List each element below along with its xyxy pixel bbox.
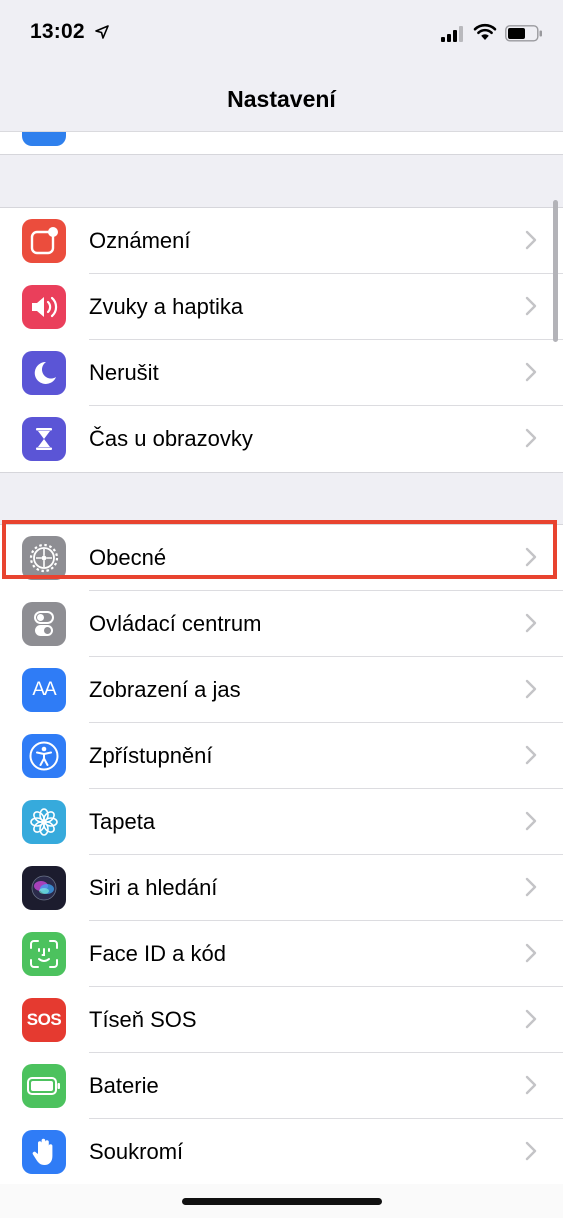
settings-row-display[interactable]: AA Zobrazení a jas [0,657,563,723]
partial-row-icon [22,132,66,146]
chevron-right-icon [525,943,537,963]
status-bar: 13:02 [0,0,563,64]
chevron-right-icon [525,679,537,699]
settings-row-faceid[interactable]: Face ID a kód [0,921,563,987]
accessibility-icon [22,734,66,778]
home-bar [0,1184,563,1218]
chevron-right-icon [525,811,537,831]
battery-icon [505,25,542,42]
scroll-indicator[interactable] [553,200,558,342]
notifications-icon [22,219,66,263]
chevron-right-icon [525,745,537,765]
chevron-right-icon [525,362,537,382]
settings-row-wallpaper[interactable]: Tapeta [0,789,563,855]
settings-row-control-center[interactable]: Ovládací centrum [0,591,563,657]
settings-row-privacy[interactable]: Soukromí [0,1119,563,1185]
settings-row-label: Čas u obrazovky [89,426,253,451]
chevron-right-icon [525,1009,537,1029]
highlight-frame [2,520,557,579]
flower-icon [22,800,66,844]
settings-row-label: Zpřístupnění [89,743,213,768]
settings-row-battery[interactable]: Baterie [0,1053,563,1119]
home-indicator[interactable] [182,1198,382,1205]
settings-row-label: Siri a hledání [89,875,218,900]
settings-row-dnd[interactable]: Nerušit [0,340,563,406]
chevron-right-icon [525,230,537,250]
settings-row-label: Nerušit [89,360,159,385]
hourglass-icon [22,417,66,461]
settings-row-label: Face ID a kód [89,941,226,966]
settings-row-siri[interactable]: Siri a hledání [0,855,563,921]
settings-row-label: Oznámení [89,228,191,253]
settings-row-label: Ovládací centrum [89,611,262,636]
chevron-right-icon [525,877,537,897]
status-time: 13:02 [30,20,85,43]
text-size-icon: AA [22,668,66,712]
siri-icon [22,866,66,910]
settings-row-notifications[interactable]: Oznámení [0,208,563,274]
chevron-right-icon [525,428,537,448]
settings-row-label: Zvuky a haptika [89,294,244,319]
settings-group-2: Obecné Ovládací centrum AA Zobrazení a j… [0,524,563,1186]
settings-group-1: Oznámení Zvuky a haptika Nerušit Čas u o… [0,207,563,473]
sos-glyph: SOS [26,1010,62,1029]
toggles-icon [22,602,66,646]
text-size-glyph: AA [32,679,56,700]
settings-row-label: Soukromí [89,1139,184,1164]
location-arrow-icon [95,25,109,39]
battery-setting-icon [22,1064,66,1108]
settings-row-sounds[interactable]: Zvuky a haptika [0,274,563,340]
chevron-right-icon [525,296,537,316]
settings-row-accessibility[interactable]: Zpřístupnění [0,723,563,789]
settings-row-label: Baterie [89,1073,159,1098]
partial-row [0,131,563,155]
chevron-right-icon [525,1075,537,1095]
settings-row-sos[interactable]: SOS Tíseň SOS [0,987,563,1053]
moon-icon [22,351,66,395]
hand-icon [22,1130,66,1174]
face-id-icon [22,932,66,976]
speaker-icon [22,285,66,329]
settings-row-label: Zobrazení a jas [89,677,241,702]
navigation-bar: Nastavení [0,64,563,132]
settings-row-label: Tapeta [89,809,156,834]
page-title: Nastavení [227,86,336,112]
sos-icon: SOS [22,998,66,1042]
settings-row-label: Tíseň SOS [89,1007,197,1032]
settings-row-screentime[interactable]: Čas u obrazovky [0,406,563,472]
chevron-right-icon [525,613,537,633]
cellular-signal-icon [441,26,463,42]
wifi-icon [473,23,497,40]
chevron-right-icon [525,1141,537,1161]
